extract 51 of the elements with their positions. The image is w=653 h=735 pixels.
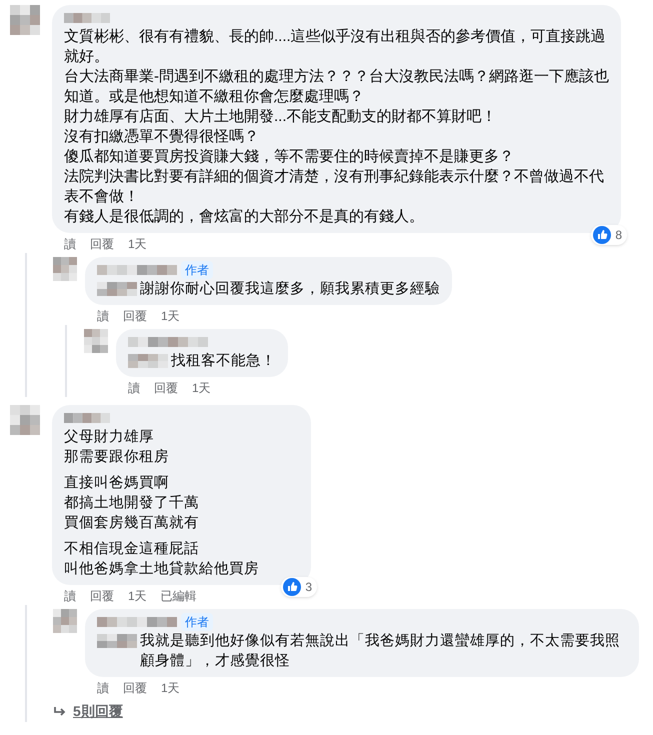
reply-arrow-icon — [53, 706, 67, 718]
action-link[interactable]: 讀 — [97, 681, 109, 697]
comment-text: 台大法商畢業-問遇到不繳租的處理方法？？？台大沒教民法嗎？網路逛一下應該也知道。或是他想知道不繳租你會怎麼處理嗎？ — [64, 67, 609, 107]
reaction-count[interactable]: 8 — [591, 225, 627, 245]
comment-meta: 1天 — [161, 309, 180, 325]
action-link[interactable]: 回覆 — [90, 237, 114, 253]
blurred-mention — [97, 634, 137, 648]
author-badge: 作者 — [181, 261, 213, 279]
action-link[interactable]: 回覆 — [123, 681, 147, 697]
more-replies-link[interactable]: 5則回覆 — [73, 701, 123, 722]
comment-text: 找租客不能急！ — [171, 352, 276, 371]
comment-text: 財力雄厚有店面、大片土地開發...不能支配動支的財都不算財吧！ — [64, 107, 497, 127]
comment-text: 買個套房幾百萬就有 — [64, 514, 200, 533]
comment-text: 沒有扣繳憑單不覺得很怪嗎？ — [64, 127, 259, 147]
avatar — [53, 609, 77, 633]
author-badge: 作者 — [181, 613, 213, 631]
comment-text: 叫他爸媽拿土地貸款給他買房 — [64, 560, 259, 579]
comment-text: 直接叫爸媽買啊 — [64, 474, 170, 493]
action-link[interactable]: 回覆 — [123, 309, 147, 325]
action-link[interactable]: 讀 — [64, 237, 76, 253]
action-link[interactable]: 回覆 — [90, 589, 114, 605]
action-link[interactable]: 讀 — [64, 589, 76, 605]
comment-meta: 1天 — [128, 589, 147, 605]
avatar — [53, 257, 77, 281]
comment-meta: 1天 — [128, 237, 147, 253]
blurred-name — [64, 13, 110, 23]
comment-text: 謝謝你耐心回覆我這麼多，願我累積更多經驗 — [140, 280, 440, 299]
comment-text: 我就是聽到他好像似有若無說出「我爸媽財力還蠻雄厚的，不太需要我照顧身體」，才感覺很怪 — [140, 632, 621, 671]
blurred-mention — [97, 282, 137, 296]
comment-text: 父母財力雄厚 — [64, 428, 155, 447]
action-link[interactable]: 讀 — [97, 309, 109, 325]
avatar — [84, 329, 108, 353]
comment-text: 有錢人是很低調的，會炫富的大部分不是真的有錢人。 — [64, 207, 424, 227]
comment-meta: 1天 — [161, 681, 180, 697]
action-link[interactable]: 回覆 — [154, 381, 178, 397]
action-link[interactable]: 讀 — [128, 381, 140, 397]
comment-meta: 1天 — [192, 381, 211, 397]
comment-text: 都搞土地開發了千萬 — [64, 494, 200, 513]
avatar — [10, 405, 40, 435]
thumbs-up-icon — [593, 226, 612, 244]
blurred-name — [64, 413, 110, 423]
comment-meta: 已編輯 — [160, 589, 197, 605]
reaction-count[interactable]: 3 — [281, 577, 317, 597]
thumbs-up-icon — [283, 578, 302, 596]
comment-text: 文質彬彬、很有有禮貌、長的帥....這些似乎沒有出租與否的參考價值，可直接跳過就好。 — [64, 27, 607, 67]
blurred-mention — [128, 354, 168, 368]
comment-text: 法院判決書比對要有詳細的個資才清楚，沒有刑事紀錄能表示什麼？不曾做過不代表不會做！ — [64, 167, 605, 207]
avatar — [10, 5, 40, 35]
comment-text: 傻瓜都知道要買房投資賺大錢，等不需要住的時候賣掉不是賺更多？ — [64, 147, 514, 167]
comment-text: 不相信現金這種屁話 — [64, 540, 200, 559]
comment-text: 那需要跟你租房 — [64, 448, 170, 467]
